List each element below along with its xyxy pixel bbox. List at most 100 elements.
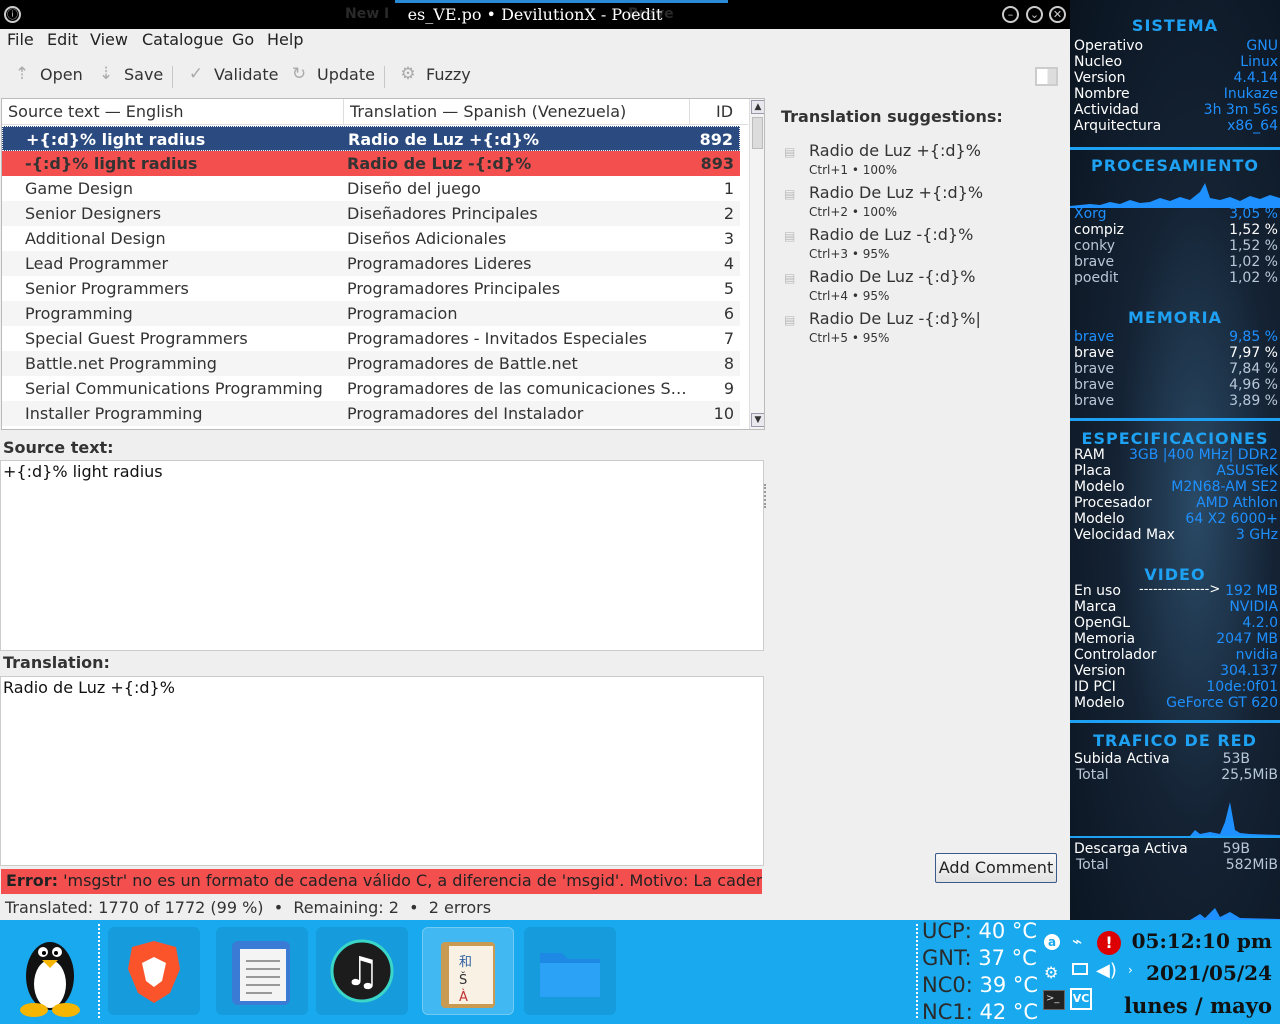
open-button[interactable]: ⇡ Open xyxy=(12,64,83,84)
row-id: 4 xyxy=(723,254,734,273)
row-source: Senior Programmers xyxy=(25,279,189,298)
error-message: 'msgstr' no es un formato de cadena váli… xyxy=(58,871,762,890)
menu-catalogue[interactable]: Catalogue xyxy=(142,30,223,49)
row-id: 893 xyxy=(700,154,734,173)
maximize-icon[interactable]: ⌄ xyxy=(1026,6,1043,23)
column-id[interactable]: ID xyxy=(716,102,733,121)
tm-icon: ▤ xyxy=(784,187,796,201)
update-button[interactable]: ↻ Update xyxy=(289,64,375,84)
table-row[interactable]: Lead Programmer Programadores Lideres 4 xyxy=(2,251,740,276)
table-row[interactable]: Senior Programmers Programadores Principa… xyxy=(2,276,740,301)
suggestion-item[interactable]: ▤ Radio de Luz -{:d}% Ctrl+3 • 95% xyxy=(784,225,1054,265)
table-row[interactable]: +{:d}% light radius Radio de Luz +{:d}% 89… xyxy=(2,126,740,151)
list-header: Source text — English Translation — Span… xyxy=(2,99,748,125)
title-bar[interactable]: ⓘ New I Brave es_VE.po • DevilutionX - P… xyxy=(0,0,1070,29)
validate-button[interactable]: ✓ Validate xyxy=(186,64,279,84)
conky-panel: SISTEMA Operativo GNU Nucleo Linux Version 4.… xyxy=(1070,0,1280,920)
memoria-row: brave 7,84 % xyxy=(1074,361,1278,377)
row-translation: Diseño del juego xyxy=(347,179,481,198)
chevron-right-icon[interactable]: › xyxy=(1128,963,1133,977)
folder-icon xyxy=(540,953,600,997)
sidebar-toggle-icon[interactable] xyxy=(1035,67,1058,86)
vc-icon[interactable]: VC xyxy=(1070,988,1092,1010)
alert-icon[interactable]: ! xyxy=(1097,931,1121,955)
paperclip-icon[interactable]: ⌁ xyxy=(1072,932,1082,952)
suggestion-item[interactable]: ▤ Radio De Luz +{:d}% Ctrl+2 • 100% xyxy=(784,183,1054,223)
row-source: Additional Design xyxy=(25,229,166,248)
menu-edit[interactable]: Edit xyxy=(47,30,78,49)
taskbar-separator xyxy=(916,924,919,1018)
linux-tux-icon[interactable] xyxy=(10,926,90,1018)
row-id: 5 xyxy=(723,279,734,298)
list-scrollbar[interactable]: ▲ ▼ xyxy=(749,99,764,429)
translation-input[interactable]: Radio de Luz +{:d}% xyxy=(0,676,764,866)
table-row[interactable]: Serial Communications Programming Program… xyxy=(2,376,740,401)
video-row: Memoria 2047 MB xyxy=(1074,631,1278,647)
music-note-icon: ♫ xyxy=(330,939,394,1003)
toolbar-separator xyxy=(172,66,173,88)
column-source[interactable]: Source text — English xyxy=(8,102,184,121)
table-row[interactable]: Battle.net Programming Programadores de B… xyxy=(2,351,740,376)
video-row: Marca NVIDIA xyxy=(1074,599,1278,615)
table-row[interactable]: Senior Designers Diseñadores Principales 2 xyxy=(2,201,740,226)
suggestion-text: Radio De Luz -{:d}%| xyxy=(809,309,981,328)
svg-text:和: 和 xyxy=(459,955,472,970)
memoria-row: brave 4,96 % xyxy=(1074,377,1278,393)
document-icon xyxy=(232,941,290,1005)
suggestion-shortcut: Ctrl+5 • 95% xyxy=(809,331,890,345)
volume-icon[interactable]: ◀) xyxy=(1096,960,1117,981)
status-bar: Translated: 1770 of 1772 (99 %) • Remain… xyxy=(5,898,492,917)
music-task[interactable]: ♫ xyxy=(316,927,408,1015)
display-icon[interactable] xyxy=(1072,963,1088,975)
close-icon[interactable]: ✕ xyxy=(1049,6,1066,23)
table-row[interactable]: Game Design Diseño del juego 1 xyxy=(2,176,740,201)
column-translation[interactable]: Translation — Spanish (Venezuela) xyxy=(350,102,626,121)
menu-go[interactable]: Go xyxy=(232,30,254,49)
error-label: Error: xyxy=(6,871,58,890)
scroll-up-icon[interactable]: ▲ xyxy=(751,100,764,114)
especificaciones-row: Modelo 64 X2 6000+ xyxy=(1074,511,1278,527)
table-row[interactable] xyxy=(2,426,740,429)
suggestion-item[interactable]: ▤ Radio de Luz +{:d}% Ctrl+1 • 100% xyxy=(784,141,1054,181)
menu-view[interactable]: View xyxy=(90,30,128,49)
fuzzy-button[interactable]: ⚙ Fuzzy xyxy=(398,64,470,84)
tm-icon: ▤ xyxy=(784,313,796,327)
table-row[interactable]: Special Guest Programmers Programadores -… xyxy=(2,326,740,351)
error-bar: Error: 'msgstr' no es un formato de cade… xyxy=(1,869,762,894)
procesamiento-heading: PROCESAMIENTO xyxy=(1091,156,1259,175)
section-divider xyxy=(1070,720,1280,723)
files-task[interactable] xyxy=(524,927,616,1015)
pane-splitter[interactable] xyxy=(764,484,768,508)
text-editor-task[interactable] xyxy=(216,927,308,1015)
procesamiento-row: conky 1,52 % xyxy=(1074,238,1278,254)
minimize-icon[interactable]: – xyxy=(1002,6,1019,23)
especificaciones-row: Placa ASUSTeK xyxy=(1074,463,1278,479)
suggestion-item[interactable]: ▤ Radio De Luz -{:d}%| Ctrl+5 • 95% xyxy=(784,309,1054,349)
row-translation: Radio de Luz -{:d}% xyxy=(347,154,532,173)
row-id: 10 xyxy=(713,404,734,423)
terminal-icon[interactable]: >_ xyxy=(1043,990,1065,1010)
poedit-task[interactable]: 和 Š À xyxy=(422,927,514,1015)
add-comment-button[interactable]: Add Comment xyxy=(935,853,1057,883)
network-icon[interactable]: ⚙ xyxy=(1044,963,1058,982)
table-row[interactable]: Installer Programming Programadores del I… xyxy=(2,401,740,426)
save-button[interactable]: ⇣ Save xyxy=(96,64,163,84)
video-row: En uso 192 MB xyxy=(1074,583,1278,599)
video-row: Version 304.137 xyxy=(1074,663,1278,679)
upload-row: Subida Activa 53B xyxy=(1074,751,1250,767)
accessibility-icon[interactable]: a xyxy=(1044,934,1060,950)
suggestion-item[interactable]: ▤ Radio De Luz -{:d}% Ctrl+4 • 95% xyxy=(784,267,1054,307)
row-id: 9 xyxy=(723,379,734,398)
row-translation: Programacion xyxy=(347,304,458,323)
table-row[interactable]: -{:d}% light radius Radio de Luz -{:d}% 89… xyxy=(2,151,740,176)
menu-help[interactable]: Help xyxy=(267,30,303,49)
menu-bar: File Edit View Catalogue Go Help xyxy=(0,29,1070,53)
menu-file[interactable]: File xyxy=(7,30,34,49)
scroll-down-icon[interactable]: ▼ xyxy=(751,413,764,427)
brave-task[interactable] xyxy=(108,927,200,1015)
table-row[interactable]: Additional Design Diseños Adicionales 3 xyxy=(2,226,740,251)
suggestion-shortcut: Ctrl+2 • 100% xyxy=(809,205,898,219)
scroll-thumb[interactable] xyxy=(752,117,763,149)
table-row[interactable]: Programming Programacion 6 xyxy=(2,301,740,326)
poedit-window: ⓘ New I Brave es_VE.po • DevilutionX - P… xyxy=(0,0,1070,920)
